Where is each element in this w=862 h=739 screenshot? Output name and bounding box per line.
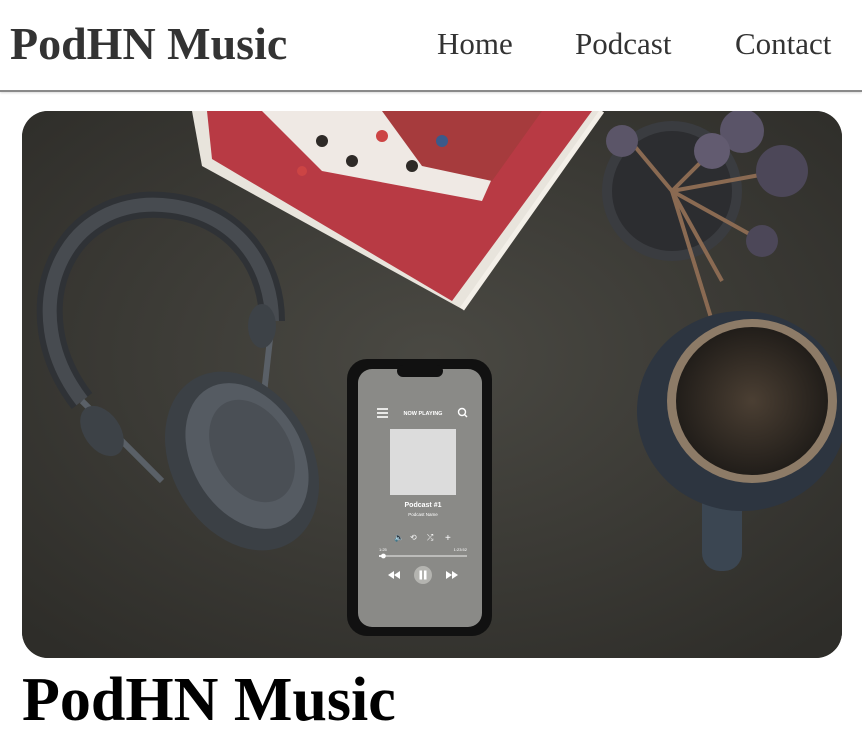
phone-time-total: 1:23:52 [454, 547, 468, 552]
phone-add-icon: + [445, 533, 451, 544]
album-art [390, 429, 456, 495]
phone-progress-knob [381, 553, 386, 559]
navbar: PodHN Music Home Podcast Contact [0, 0, 862, 92]
phone-track-title: Podcast #1 [405, 502, 442, 509]
phone-shuffle-icon: ⤮ [427, 533, 434, 542]
phone-time-elapsed: 1:25 [379, 547, 388, 552]
page-heading: PodHN Music [22, 666, 396, 734]
phone-pause-button [414, 566, 432, 584]
nav-link-home[interactable]: Home [437, 24, 513, 64]
nav-link-contact[interactable]: Contact [735, 24, 831, 64]
hero-photo-illustration: NOW PLAYING Podcast #1 Podcast Name 🔈 ⟲ … [22, 111, 842, 658]
nav-link-podcast[interactable]: Podcast [575, 24, 671, 64]
hero-image: NOW PLAYING Podcast #1 Podcast Name 🔈 ⟲ … [22, 111, 842, 658]
phone-volume-icon: 🔈 [394, 533, 404, 542]
phone-now-playing-label: NOW PLAYING [404, 411, 443, 417]
phone-track-subtitle: Podcast Name [408, 512, 438, 517]
phone-repeat-icon: ⟲ [410, 533, 417, 542]
phone-illustration: NOW PLAYING Podcast #1 Podcast Name 🔈 ⟲ … [347, 359, 492, 636]
brand-logo-link[interactable]: PodHN Music [10, 14, 287, 74]
